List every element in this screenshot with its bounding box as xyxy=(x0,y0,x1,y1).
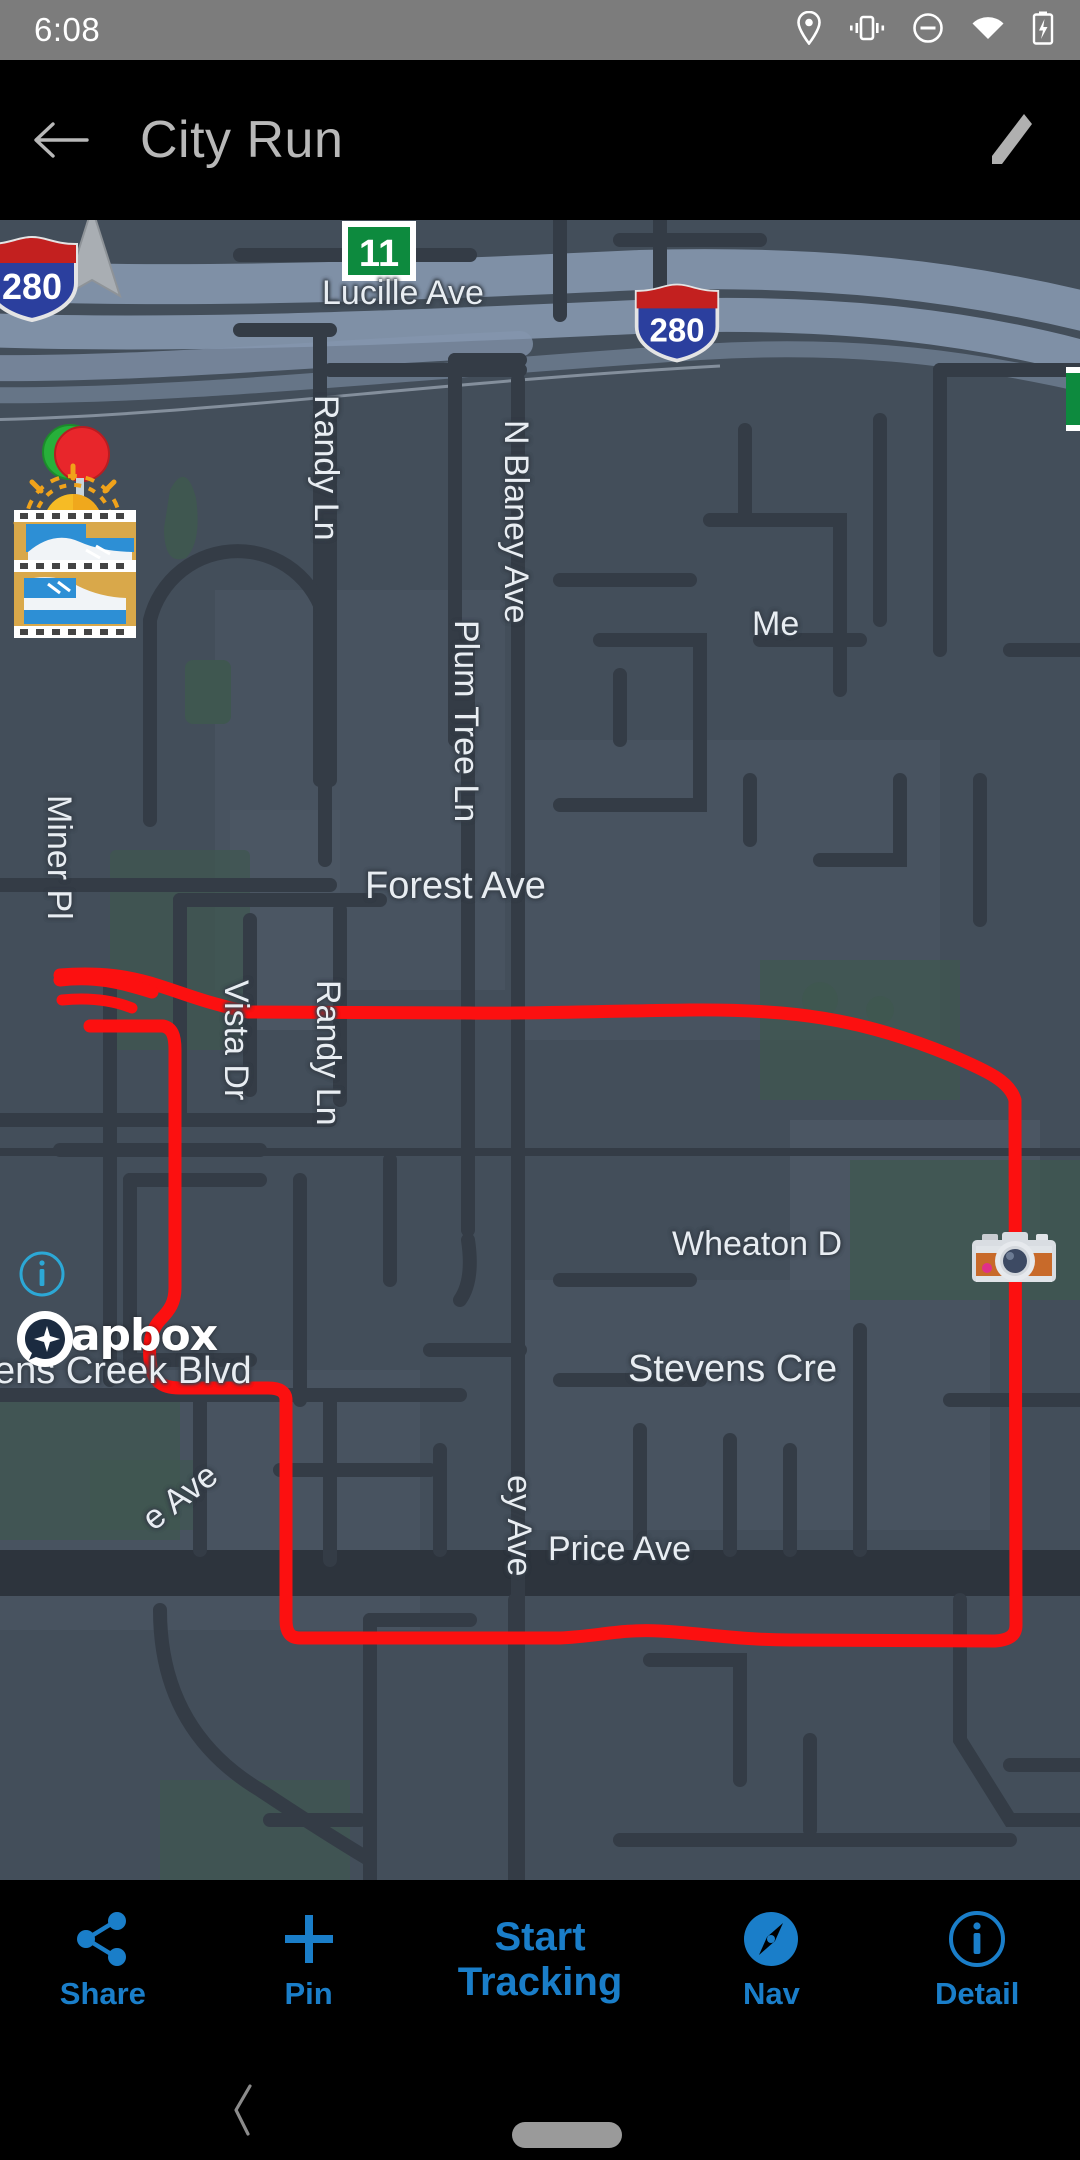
map-label-blaney-ave-south: ey Ave xyxy=(500,1475,538,1577)
page-title: City Run xyxy=(140,111,344,169)
map-label-randy-ln-north: Randy Ln xyxy=(307,395,345,541)
map-label-lucille-ave: Lucille Ave xyxy=(322,274,484,312)
map-label-stevens-creek-blvd-right: Stevens Cre xyxy=(628,1348,838,1390)
svg-text:11: 11 xyxy=(359,233,399,275)
start-tracking-line1: Start xyxy=(494,1915,586,1960)
mapbox-logo-icon xyxy=(17,1311,73,1367)
map-label-wheaton-dr: Wheaton D xyxy=(672,1225,843,1263)
svg-text:280: 280 xyxy=(2,266,62,307)
share-icon xyxy=(73,1908,133,1970)
tab-share-label: Share xyxy=(59,1976,146,2011)
edit-button[interactable] xyxy=(980,110,1036,170)
map-label-miner-pl: Miner Pl xyxy=(40,795,78,920)
gesture-home-pill[interactable] xyxy=(512,2122,622,2148)
map-label-price-ave: Price Ave xyxy=(548,1530,692,1568)
wifi-icon xyxy=(970,14,1006,47)
map-canvas[interactable]: 280 280 11 Lucille Ave Randy Ln N Blaney… xyxy=(0,220,1080,1880)
tab-nav-label: Nav xyxy=(743,1976,800,2011)
plus-icon xyxy=(279,1908,339,1970)
compass-icon xyxy=(741,1908,801,1970)
system-gesture-bar xyxy=(0,2040,1080,2160)
edit-pencil-icon xyxy=(992,114,1032,164)
map-label-randy-ln-south: Randy Ln xyxy=(309,980,347,1126)
mapbox-attribution[interactable]: mapbox xyxy=(16,1310,218,1367)
map-label-forest-ave: Forest Ave xyxy=(365,865,546,907)
map-label-vista-dr: Vista Dr xyxy=(217,980,255,1101)
tab-detail[interactable]: Detail xyxy=(874,1880,1080,2040)
start-tracking-button[interactable]: Start Tracking xyxy=(411,1915,668,2005)
bottom-tab-bar: Share Pin Start Tracking Nav Detail xyxy=(0,1880,1080,2040)
app-bar: City Run xyxy=(0,60,1080,220)
battery-charging-icon xyxy=(1032,11,1054,50)
back-arrow-icon xyxy=(34,122,89,158)
svg-text:280: 280 xyxy=(649,311,704,348)
status-bar: 6:08 xyxy=(0,0,1080,60)
gesture-back-icon[interactable] xyxy=(228,2082,260,2143)
vibrate-icon xyxy=(848,13,886,48)
info-icon xyxy=(947,1908,1007,1970)
do-not-disturb-icon xyxy=(912,12,944,49)
back-button[interactable] xyxy=(0,119,120,161)
location-pin-icon xyxy=(796,10,822,50)
tab-share[interactable]: Share xyxy=(0,1880,206,2040)
tab-pin-label: Pin xyxy=(284,1976,333,2011)
map-label-n-blaney-ave: N Blaney Ave xyxy=(497,420,535,624)
status-bar-clock: 6:08 xyxy=(34,11,101,48)
map-vector-layer xyxy=(0,220,1080,1880)
status-bar-icons xyxy=(796,10,1054,50)
map-label-merriman-ave: Me xyxy=(752,605,800,643)
map-label-plum-tree-ln: Plum Tree Ln xyxy=(447,620,485,823)
tab-nav[interactable]: Nav xyxy=(669,1880,875,2040)
start-tracking-line2: Tracking xyxy=(457,1960,623,2004)
phone-screen: 6:08 City Run 280 280 11 Lucille Ave Ran… xyxy=(0,0,1080,2160)
tab-pin[interactable]: Pin xyxy=(206,1880,412,2040)
tab-detail-label: Detail xyxy=(934,1976,1020,2011)
